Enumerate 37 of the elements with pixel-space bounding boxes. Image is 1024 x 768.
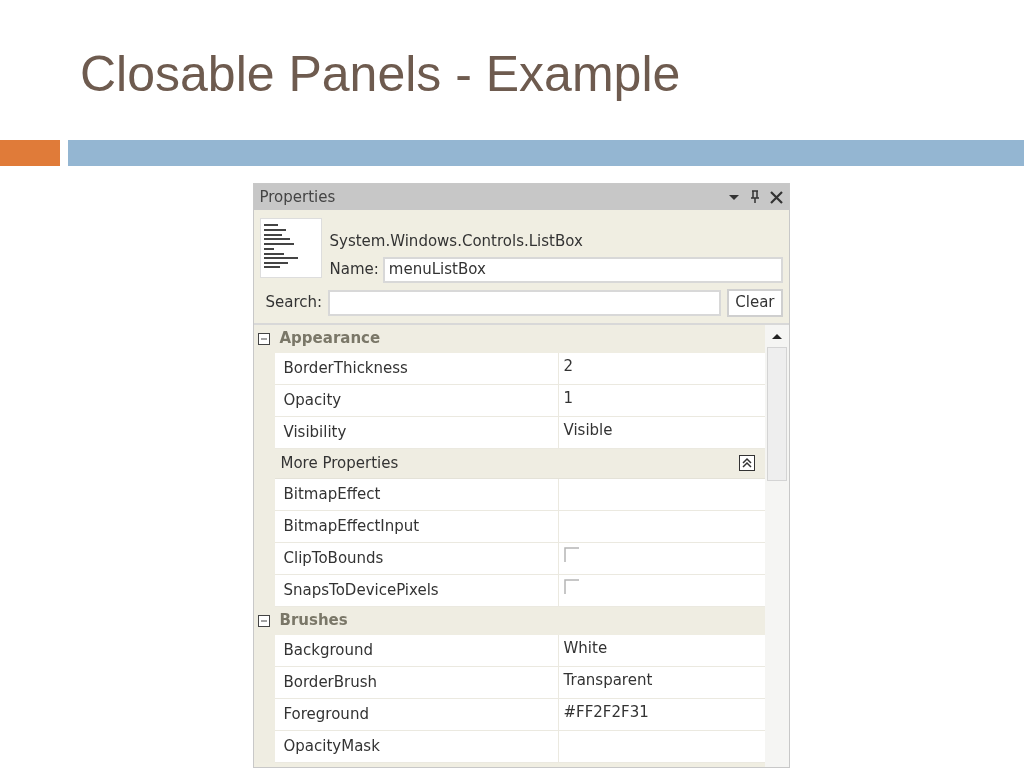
- name-label: Name:: [329, 259, 379, 281]
- checkbox[interactable]: [563, 579, 580, 595]
- property-name: OpacityMask: [283, 735, 380, 757]
- checkbox[interactable]: [563, 547, 580, 563]
- property-value: 1: [563, 387, 574, 409]
- collapse-icon[interactable]: [738, 455, 755, 471]
- type-name: System.Windows.Controls.ListBox: [329, 231, 584, 252]
- scroll-thumb[interactable]: [766, 346, 787, 481]
- pin-icon[interactable]: [749, 190, 760, 204]
- property-value: 2: [563, 355, 574, 377]
- property-name: BitmapEffectInput: [283, 515, 420, 537]
- panel-title: Properties: [259, 186, 336, 208]
- slide-title: Closable Panels - Example: [80, 44, 681, 104]
- collapse-icon[interactable]: [257, 332, 270, 345]
- property-name: SnapsToDevicePixels: [283, 579, 439, 601]
- close-icon[interactable]: [769, 190, 783, 204]
- name-field[interactable]: menuListBox: [382, 256, 783, 283]
- property-value: White: [563, 637, 608, 659]
- property-name: Opacity: [283, 389, 342, 411]
- dropdown-icon[interactable]: [727, 193, 740, 201]
- scrollbar[interactable]: [764, 324, 789, 767]
- property-name: BorderThickness: [283, 357, 408, 379]
- clear-button[interactable]: Clear: [727, 288, 783, 317]
- collapse-icon[interactable]: [257, 614, 270, 627]
- search-field[interactable]: [328, 289, 722, 316]
- property-name: Visibility: [283, 421, 347, 443]
- property-value: Visible: [563, 419, 613, 441]
- accent-bar: [0, 140, 60, 166]
- property-name: ClipToBounds: [283, 547, 384, 569]
- property-value: Transparent: [563, 669, 653, 691]
- property-name: BitmapEffect: [283, 483, 381, 505]
- search-label: Search:: [265, 292, 323, 314]
- property-name: Foreground: [283, 703, 369, 725]
- property-name: BorderBrush: [283, 671, 378, 693]
- listbox-preview-icon: [259, 218, 322, 278]
- property-name: Background: [283, 639, 373, 661]
- property-value: #FF2F2F31: [563, 701, 649, 723]
